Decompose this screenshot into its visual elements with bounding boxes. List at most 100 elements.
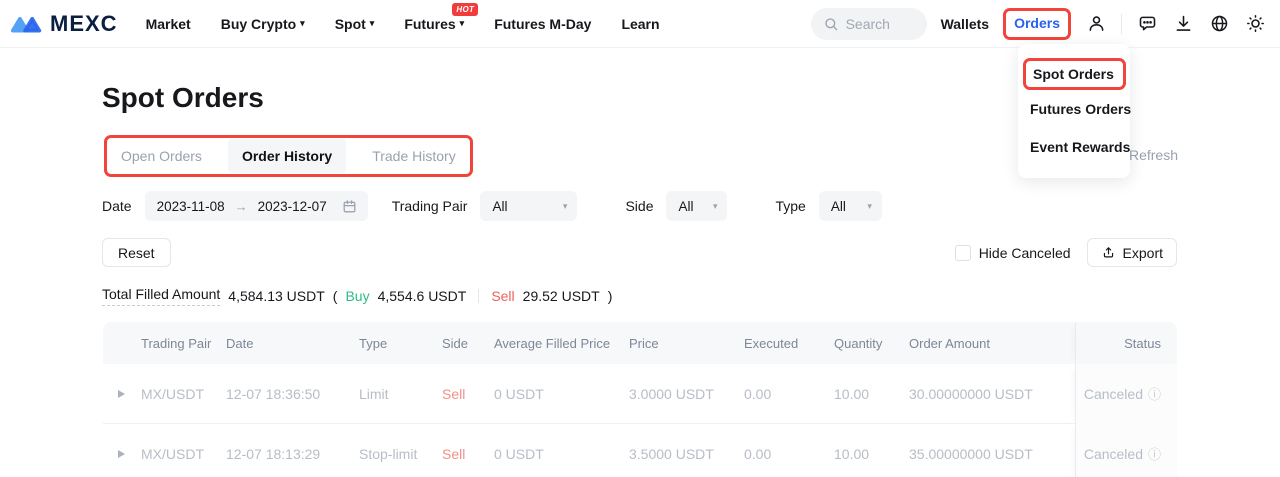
search-input[interactable]: [846, 16, 916, 32]
col-trading-pair: Trading Pair: [141, 322, 226, 364]
side-label: Side: [625, 198, 653, 214]
type-label: Type: [775, 198, 805, 214]
status-badge: Canceled: [1084, 446, 1143, 462]
cell-order-amount: 30.00000000 USDT: [909, 364, 1075, 424]
cell-price: 3.0000 USDT: [629, 364, 744, 424]
download-app-icon[interactable]: [1172, 13, 1194, 35]
table-actions: Hide Canceled Export: [955, 238, 1177, 267]
total-filled-value: 4,584.13 USDT: [228, 288, 325, 304]
expand-row-icon[interactable]: [118, 390, 125, 398]
col-date: Date: [226, 322, 359, 364]
col-price: Price: [629, 322, 744, 364]
cell-trading-pair: MX/USDT: [141, 424, 226, 477]
info-icon[interactable]: ⓘ: [1148, 448, 1161, 461]
language-globe-icon[interactable]: [1208, 13, 1230, 35]
cell-order-amount: 35.00000000 USDT: [909, 424, 1075, 477]
total-filled-label[interactable]: Total Filled Amount: [102, 286, 220, 306]
spot-orders-page: MEXC Market Buy Crypto ▾ Spot ▾ Futures …: [0, 0, 1280, 477]
hide-canceled-toggle[interactable]: Hide Canceled: [955, 245, 1071, 261]
cell-avg-filled-price: 0 USDT: [494, 424, 629, 477]
info-icon[interactable]: ⓘ: [1148, 388, 1161, 401]
cell-trading-pair: MX/USDT: [141, 364, 226, 424]
cell-quantity: 10.00: [834, 364, 909, 424]
nav-item-futures[interactable]: Futures ▾ HOT: [404, 16, 464, 32]
hide-canceled-checkbox[interactable]: [955, 245, 971, 261]
top-nav: MEXC Market Buy Crypto ▾ Spot ▾ Futures …: [0, 0, 1280, 48]
chevron-down-icon: ▾: [713, 202, 718, 211]
cell-avg-filled-price: 0 USDT: [494, 364, 629, 424]
mexc-logo[interactable]: MEXC: [10, 11, 118, 37]
sell-label: Sell: [491, 288, 514, 304]
calendar-icon[interactable]: [341, 198, 358, 215]
nav-divider: [1121, 14, 1122, 34]
tab-order-history[interactable]: Order History: [228, 139, 346, 173]
refresh-link[interactable]: Refresh: [1129, 147, 1178, 163]
table-row: MX/USDT 12-07 18:36:50 Limit Sell 0 USDT…: [103, 364, 1177, 424]
search-box[interactable]: [811, 8, 927, 40]
user-profile-icon[interactable]: [1085, 13, 1107, 35]
side-select[interactable]: All ▾: [666, 191, 727, 221]
summary-divider: [478, 289, 479, 303]
chat-support-icon[interactable]: [1136, 13, 1158, 35]
mexc-logo-word: MEXC: [50, 11, 118, 37]
nav-item-learn[interactable]: Learn: [621, 16, 659, 32]
total-filled-summary: Total Filled Amount 4,584.13 USDT ( Buy …: [102, 286, 612, 306]
status-badge: Canceled: [1084, 386, 1143, 402]
col-executed: Executed: [744, 322, 834, 364]
nav-item-spot[interactable]: Spot ▾: [335, 16, 375, 32]
col-side: Side: [442, 322, 494, 364]
annotation-box-tabs: Open Orders Order History Trade History: [104, 135, 473, 177]
export-button[interactable]: Export: [1087, 238, 1177, 267]
wallets-link[interactable]: Wallets: [941, 16, 990, 32]
expand-row-icon[interactable]: [118, 450, 125, 458]
reset-button[interactable]: Reset: [102, 238, 171, 267]
chevron-down-icon: ▾: [867, 202, 872, 211]
col-status: Status: [1075, 322, 1177, 364]
menu-item-spot-orders[interactable]: Spot Orders: [1033, 66, 1116, 82]
buy-label: Buy: [345, 288, 369, 304]
orders-dropdown-menu: Spot Orders Futures Orders Event Rewards: [1018, 44, 1130, 178]
sell-value: 29.52 USDT: [523, 288, 600, 304]
orders-table: Trading Pair Date Type Side Average Fill…: [103, 322, 1177, 477]
cell-date: 12-07 18:36:50: [226, 364, 359, 424]
trading-pair-select[interactable]: All ▾: [480, 191, 577, 221]
nav-item-buy-crypto[interactable]: Buy Crypto ▾: [221, 16, 305, 32]
filter-bar: Date 2023-11-08 → 2023-12-07 Trading Pai…: [102, 191, 882, 221]
cell-executed: 0.00: [744, 364, 834, 424]
page-title: Spot Orders: [102, 82, 264, 114]
annotation-box-orders: Orders: [1003, 8, 1071, 40]
col-quantity: Quantity: [834, 322, 909, 364]
cell-date: 12-07 18:13:29: [226, 424, 359, 477]
cell-price: 3.5000 USDT: [629, 424, 744, 477]
date-from-value: 2023-11-08: [157, 199, 225, 214]
buy-value: 4,554.6 USDT: [378, 288, 467, 304]
theme-sun-icon[interactable]: [1244, 13, 1266, 35]
annotation-box-spot-orders: Spot Orders: [1023, 58, 1126, 90]
menu-item-futures-orders[interactable]: Futures Orders: [1018, 90, 1130, 128]
cell-type: Limit: [359, 364, 442, 424]
hot-badge: HOT: [452, 3, 478, 16]
type-select[interactable]: All ▾: [819, 191, 882, 221]
chevron-down-icon: ▾: [563, 202, 568, 211]
cell-side: Sell: [442, 424, 494, 477]
cell-type: Stop-limit: [359, 424, 442, 477]
expander-header: [103, 322, 141, 364]
col-avg-filled-price: Average Filled Price: [494, 322, 629, 364]
nav-item-market[interactable]: Market: [146, 16, 191, 32]
search-icon: [823, 16, 839, 32]
tab-open-orders[interactable]: Open Orders: [107, 139, 216, 173]
hide-canceled-label: Hide Canceled: [979, 245, 1071, 261]
date-to-value: 2023-12-07: [258, 199, 327, 214]
date-range-picker[interactable]: 2023-11-08 → 2023-12-07: [145, 191, 368, 221]
arrow-right-icon: →: [235, 199, 248, 214]
nav-item-futures-m-day[interactable]: Futures M-Day: [494, 16, 591, 32]
col-type: Type: [359, 322, 442, 364]
orders-link[interactable]: Orders: [1014, 15, 1060, 31]
cell-status: Canceled ⓘ: [1075, 424, 1177, 477]
cell-status: Canceled ⓘ: [1075, 364, 1177, 424]
tab-trade-history[interactable]: Trade History: [358, 139, 470, 173]
table-header: Trading Pair Date Type Side Average Fill…: [103, 322, 1177, 364]
col-order-amount: Order Amount: [909, 322, 1075, 364]
chevron-down-icon: ▾: [460, 19, 465, 28]
menu-item-event-rewards[interactable]: Event Rewards: [1018, 128, 1130, 166]
